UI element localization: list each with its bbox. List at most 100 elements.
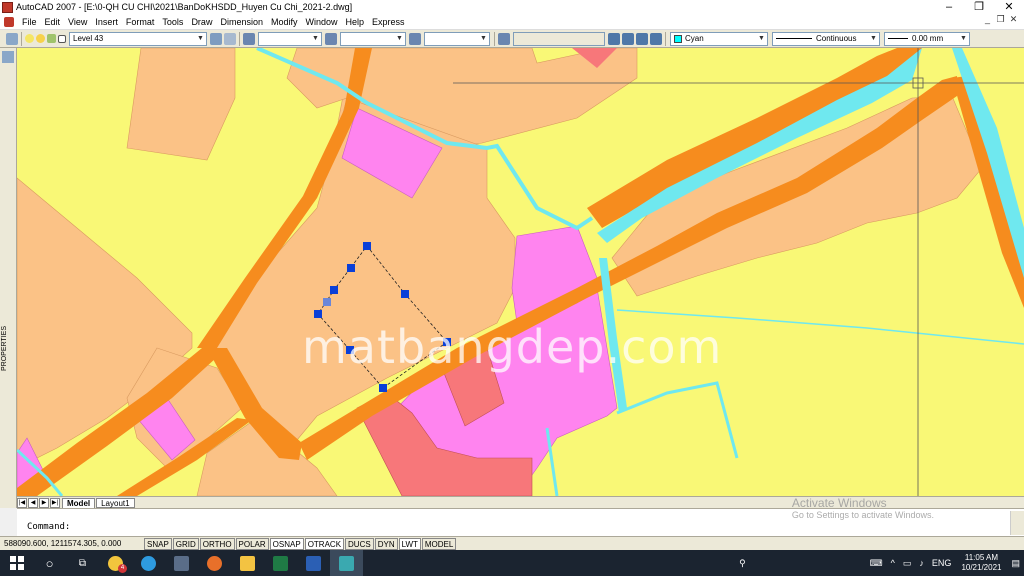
taskbar-word[interactable] (297, 550, 330, 576)
light-icon[interactable] (622, 32, 634, 45)
lightbulb-icon[interactable] (25, 34, 34, 43)
menu-help[interactable]: Help (342, 14, 369, 30)
layer-value: Level 43 (73, 34, 104, 43)
menu-edit[interactable]: Edit (41, 14, 65, 30)
window-title: AutoCAD 2007 - [E:\0-QH CU CHI\2021\BanD… (16, 2, 353, 12)
doc-minimize-button[interactable]: _ (981, 14, 994, 25)
table-style-icon[interactable] (409, 32, 421, 45)
tab-prev-button[interactable]: ◀ (28, 497, 38, 508)
command-scrollbar[interactable] (1010, 511, 1024, 535)
language-indicator[interactable]: ENG (932, 558, 952, 568)
menu-dimension[interactable]: Dimension (216, 14, 267, 30)
material-icon[interactable] (636, 32, 648, 45)
menu-express[interactable]: Express (368, 14, 409, 30)
taskbar-firefox[interactable] (198, 550, 231, 576)
taskbar-calculator[interactable] (165, 550, 198, 576)
layer-previous-icon[interactable] (224, 32, 236, 45)
menu-view[interactable]: View (64, 14, 91, 30)
doc-close-button[interactable]: ✕ (1007, 14, 1020, 25)
text-style-dropdown[interactable]: ▼ (258, 31, 322, 46)
activate-subtitle: Go to Settings to activate Windows. (791, 510, 934, 520)
command-prompt[interactable]: Command: (27, 522, 70, 532)
model-toggle[interactable]: MODEL (421, 537, 457, 550)
people-icon[interactable]: ⚲ (739, 558, 746, 569)
maximize-button[interactable]: ❐ (964, 0, 994, 14)
drawing-canvas[interactable]: matbangdep.com (17, 48, 1024, 496)
ducs-toggle[interactable]: DUCS (345, 537, 374, 550)
grip-handle[interactable] (379, 384, 387, 392)
grip-handle[interactable] (314, 310, 322, 318)
minimize-button[interactable]: – (934, 0, 964, 14)
menu-tools[interactable]: Tools (158, 14, 187, 30)
grip-handle[interactable] (323, 298, 331, 306)
taskbar-chrome[interactable]: 4 (99, 550, 132, 576)
menu-modify[interactable]: Modify (267, 14, 302, 30)
menu-window[interactable]: Window (302, 14, 342, 30)
keyboard-icon[interactable]: ⌨ (870, 558, 883, 569)
menu-file[interactable]: File (18, 14, 41, 30)
dim-style-icon[interactable] (325, 32, 337, 45)
network-icon[interactable]: ▭ (903, 558, 912, 569)
tab-next-button[interactable]: ▶ (39, 497, 49, 508)
doc-restore-button[interactable]: ❐ (994, 14, 1007, 25)
grip-handle[interactable] (363, 242, 371, 250)
camera-icon[interactable] (608, 32, 620, 45)
grip-handle[interactable] (347, 264, 355, 272)
taskbar-excel[interactable] (264, 550, 297, 576)
volume-icon[interactable]: ♪ (919, 558, 924, 568)
tab-last-button[interactable]: ▶| (50, 497, 60, 508)
toolbar-separator (494, 31, 495, 46)
menu-format[interactable]: Format (122, 14, 159, 30)
status-bar: 588090.600, 1211574.305, 0.000 SNAP GRID… (0, 536, 1024, 550)
windows-start-button[interactable] (0, 550, 33, 576)
snap-toggle[interactable]: SNAP (144, 537, 172, 550)
color-dropdown[interactable]: Cyan ▼ (670, 31, 768, 46)
lock-icon[interactable] (47, 34, 56, 43)
taskbar-autocad[interactable] (330, 550, 363, 576)
activate-title: Activate Windows (791, 496, 887, 510)
dyn-toggle[interactable]: DYN (374, 537, 398, 550)
taskbar-file-explorer[interactable] (231, 550, 264, 576)
close-button[interactable]: ✕ (994, 0, 1024, 14)
lineweight-dropdown[interactable]: 0.00 mm ▼ (884, 31, 970, 46)
text-style-icon[interactable] (243, 32, 255, 45)
task-view-icon: ⧉ (78, 557, 87, 569)
grip-handle[interactable] (330, 286, 338, 294)
clock-time: 11:05 AM (964, 553, 999, 562)
osnap-toggle[interactable]: OSNAP (269, 537, 304, 550)
palette-options-icon[interactable] (2, 51, 14, 63)
clock-date: 10/21/2021 (961, 563, 1002, 572)
lwt-toggle[interactable]: LWT (398, 537, 421, 550)
menu-draw[interactable]: Draw (187, 14, 216, 30)
document-icon[interactable] (4, 16, 14, 27)
color-value: Cyan (685, 34, 704, 43)
sun-icon[interactable] (36, 34, 45, 43)
multiline-style-icon[interactable] (498, 32, 510, 45)
line-sample-icon (888, 38, 908, 39)
layer-dropdown[interactable]: Level 43 ▼ (69, 31, 207, 46)
notification-center-icon[interactable]: ▤ (1011, 558, 1020, 569)
linetype-dropdown[interactable]: Continuous ▼ (772, 31, 880, 46)
make-current-icon[interactable] (210, 32, 222, 45)
clock[interactable]: 11:05 AM 10/21/2021 (961, 553, 1001, 573)
search-button[interactable]: ○ (33, 550, 66, 576)
show-hidden-icons-chevron-icon[interactable]: ^ (891, 558, 895, 568)
color-swatch-icon[interactable] (58, 34, 66, 43)
table-style-dropdown[interactable]: ▼ (424, 31, 490, 46)
otrack-toggle[interactable]: OTRACK (304, 537, 345, 550)
layer-manager-icon[interactable] (6, 32, 18, 45)
render-icon[interactable] (650, 32, 662, 45)
dim-style-dropdown[interactable]: ▼ (340, 31, 406, 46)
tab-model[interactable]: Model (62, 497, 96, 508)
ortho-toggle[interactable]: ORTHO (199, 537, 235, 550)
taskbar-edge[interactable] (132, 550, 165, 576)
autocad-icon (339, 555, 354, 571)
properties-palette-collapsed[interactable]: PROPERTIES (0, 48, 17, 508)
task-view-button[interactable]: ⧉ (66, 550, 99, 576)
menu-insert[interactable]: Insert (91, 14, 122, 30)
polar-toggle[interactable]: POLAR (235, 537, 269, 550)
grip-handle[interactable] (401, 290, 409, 298)
grid-toggle[interactable]: GRID (172, 537, 199, 550)
tab-layout1[interactable]: Layout1 (96, 497, 135, 508)
tab-first-button[interactable]: |◀ (17, 497, 27, 508)
